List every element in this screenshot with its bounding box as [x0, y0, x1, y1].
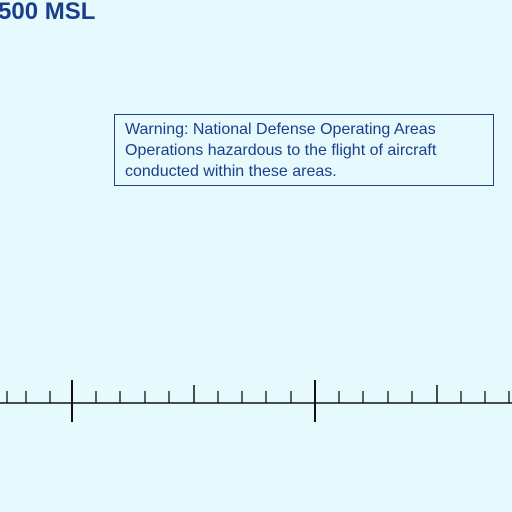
scale-ticks [6, 380, 510, 422]
tick-scale-bar [0, 380, 512, 422]
aeronautical-chart: 500 MSL Warning: National Defense Operat… [0, 0, 512, 512]
